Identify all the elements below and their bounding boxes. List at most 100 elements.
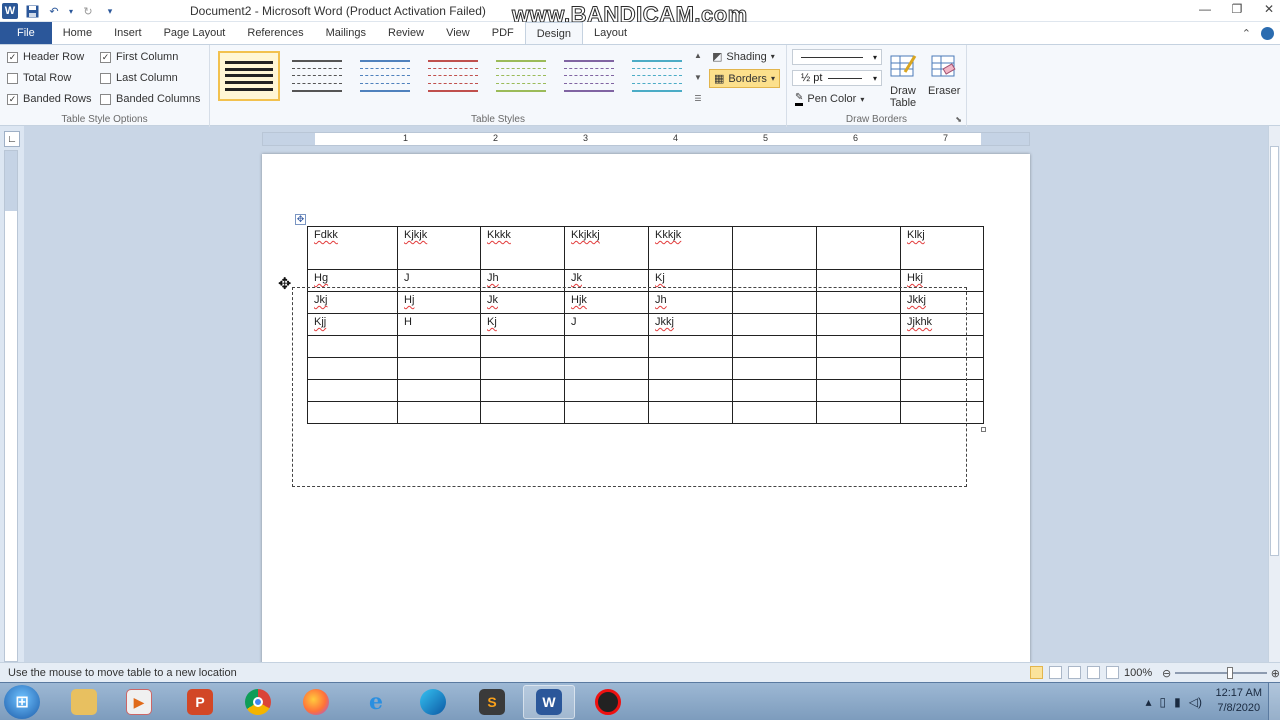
first-column-checkbox[interactable]: ✓ First Column (100, 51, 178, 63)
zoom-level[interactable]: 100% (1124, 667, 1152, 679)
tray-volume-icon[interactable]: ◁) (1189, 695, 1202, 709)
word-logo-icon[interactable]: W (2, 3, 18, 19)
taskbar-word-icon[interactable]: W (523, 685, 575, 719)
tray-show-hidden-icon[interactable]: ▴ (1146, 695, 1152, 709)
table-cell-text: Hg (314, 272, 329, 284)
table-style-thumbnail[interactable] (286, 51, 348, 101)
undo-dropdown-icon[interactable]: ▾ (68, 3, 74, 19)
table-style-thumbnail[interactable] (218, 51, 280, 101)
taskbar-edge-icon[interactable] (407, 685, 459, 719)
taskbar-bandicam-icon[interactable] (582, 685, 634, 719)
table-cell[interactable]: Fdkk (307, 226, 398, 270)
banded-columns-checkbox[interactable]: Banded Columns (100, 93, 200, 105)
tray-network-icon[interactable]: ▮ (1174, 695, 1181, 709)
table-style-thumbnail[interactable] (626, 51, 688, 101)
total-row-checkbox[interactable]: Total Row (7, 72, 71, 84)
ruler-number: 2 (493, 133, 499, 143)
status-message: Use the mouse to move table to a new loc… (8, 667, 237, 679)
title-bar: W ↶ ▾ ↻ ▾ Document2 - Microsoft Word (Pr… (0, 0, 1280, 28)
close-button[interactable]: ✕ (1262, 2, 1276, 16)
table-style-thumbnail-line (360, 68, 410, 70)
table-style-thumbnail-line (225, 74, 273, 78)
shading-button[interactable]: ◩ Shading ▾ (712, 50, 775, 64)
restore-button[interactable]: ❐ (1230, 2, 1244, 16)
draft-view-icon[interactable] (1106, 666, 1119, 679)
tab-review[interactable]: Review (377, 22, 435, 44)
banded-columns-check-icon (100, 93, 111, 105)
gallery-up-icon[interactable]: ▲ (694, 51, 702, 60)
help-icon[interactable] (1261, 26, 1274, 40)
undo-icon[interactable]: ↶ (46, 3, 62, 19)
tab-insert[interactable]: Insert (103, 22, 153, 44)
taskbar-powerpoint-icon[interactable]: P (174, 685, 226, 719)
shading-dropdown-icon: ▾ (770, 52, 775, 61)
tab-selector[interactable]: ∟ (4, 131, 20, 147)
redo-icon[interactable]: ↻ (80, 3, 96, 19)
tab-home[interactable]: Home (52, 22, 103, 44)
taskbar-media-player-icon[interactable]: ▶ (113, 685, 165, 719)
table-drag-outline (292, 287, 967, 487)
table-resize-handle[interactable] (981, 427, 986, 432)
tab-page-layout[interactable]: Page Layout (153, 22, 237, 44)
banded-rows-checkbox[interactable]: ✓ Banded Rows (7, 93, 92, 105)
tab-file[interactable]: File (0, 22, 52, 44)
vertical-scrollbar[interactable] (1268, 126, 1280, 662)
draw-borders-launcher-icon[interactable]: ⬊ (955, 115, 962, 124)
save-icon[interactable] (24, 3, 40, 19)
minimize-ribbon-icon[interactable]: ⌃ (1242, 27, 1251, 40)
tab-view[interactable]: View (435, 22, 481, 44)
tab-pdf[interactable]: PDF (481, 22, 525, 44)
gallery-down-icon[interactable]: ▼ (694, 73, 702, 82)
table-cell[interactable]: Kjkjk (397, 226, 481, 270)
table-style-thumbnail[interactable] (558, 51, 620, 101)
taskbar-sublime-text-icon[interactable]: S (466, 685, 518, 719)
zoom-slider[interactable]: ⊖ ⊕ (1162, 666, 1280, 680)
taskbar-explorer-icon[interactable] (58, 685, 110, 719)
customize-qat-icon[interactable]: ▾ (102, 3, 118, 19)
minimize-button[interactable]: — (1198, 2, 1212, 16)
table-style-thumbnail-line (292, 75, 342, 77)
tab-design[interactable]: Design (524, 22, 583, 44)
start-button[interactable]: ⊞ (4, 685, 40, 719)
web-layout-view-icon[interactable] (1068, 666, 1081, 679)
outline-view-icon[interactable] (1087, 666, 1100, 679)
table-cell[interactable]: Kkkjk (648, 226, 733, 270)
table-style-thumbnail[interactable] (422, 51, 484, 101)
table-style-thumbnail[interactable] (354, 51, 416, 101)
zoom-in-icon[interactable]: ⊕ (1271, 667, 1280, 680)
gallery-more-icon[interactable]: ☰ (694, 94, 701, 103)
tab-references[interactable]: References (236, 22, 314, 44)
table-move-handle-icon[interactable]: ✥ (295, 214, 306, 225)
tab-mailings[interactable]: Mailings (315, 22, 377, 44)
zoom-track[interactable] (1175, 667, 1267, 679)
ruler-number: 5 (763, 133, 769, 143)
table-cell[interactable]: Klkj (900, 226, 984, 270)
table-cell[interactable] (816, 226, 901, 270)
tray-device-icon[interactable]: ▯ (1160, 695, 1167, 709)
zoom-knob[interactable] (1227, 667, 1234, 679)
table-style-thumbnail-line (564, 89, 614, 92)
table-cell[interactable] (732, 226, 817, 270)
tab-layout[interactable]: Layout (583, 22, 638, 44)
table-cell[interactable]: Kkkk (480, 226, 565, 270)
clock[interactable]: 12:17 AM 7/8/2020 (1216, 686, 1262, 716)
taskbar-firefox-icon[interactable] (290, 685, 342, 719)
zoom-out-icon[interactable]: ⊖ (1162, 667, 1171, 680)
taskbar-chrome-icon[interactable] (232, 685, 284, 719)
header-row-checkbox[interactable]: ✓ Header Row (7, 51, 84, 63)
print-layout-view-icon[interactable] (1030, 666, 1043, 679)
total-row-check-icon (7, 72, 18, 84)
table-style-thumbnail[interactable] (490, 51, 552, 101)
vertical-ruler[interactable] (4, 150, 18, 662)
table-cell[interactable]: Kkjkkj (564, 226, 649, 270)
borders-button[interactable]: ▦ Borders ▾ (709, 69, 780, 88)
horizontal-ruler[interactable]: 1 2 3 4 5 6 7 (262, 132, 1030, 146)
table-style-options-label: Table Style Options (61, 114, 148, 125)
full-screen-reading-view-icon[interactable] (1049, 666, 1062, 679)
system-tray: ▴ ▯ ▮ ◁) (1146, 695, 1202, 709)
taskbar-internet-explorer-icon[interactable]: e (350, 685, 402, 719)
scrollbar-thumb[interactable] (1270, 146, 1279, 556)
last-column-checkbox[interactable]: Last Column (100, 72, 178, 84)
show-desktop-button[interactable] (1268, 683, 1280, 720)
document-page[interactable]: ✥ Fdkk Kjkjk Kkkk Kkjkkj Kkkjk Klkj Hg J Jh Jk Kj H… (262, 154, 1030, 664)
